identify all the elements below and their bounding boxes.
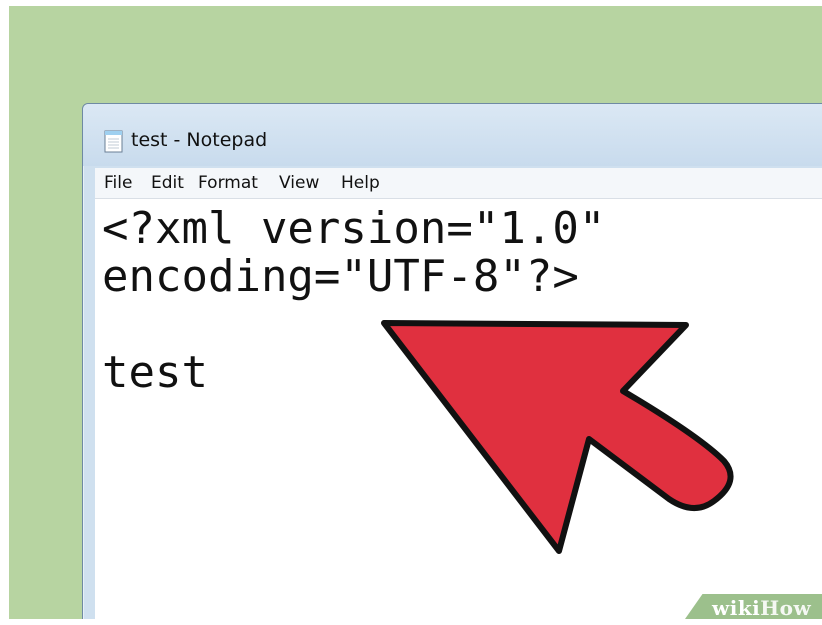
editor-line-2: encoding="UTF-8"?> [102,251,579,302]
editor-line-4: test [102,347,208,398]
wikihow-watermark: wikiHow [712,596,811,619]
menu-file[interactable]: File [104,173,132,193]
menu-view[interactable]: View [279,173,319,193]
editor-line-1: <?xml version="1.0" [102,203,606,254]
watermark-wiki: wiki [712,596,761,619]
watermark-how: How [760,596,812,619]
window-title: test - Notepad [131,129,268,151]
title-bar[interactable]: test - Notepad [83,104,822,166]
menu-edit[interactable]: Edit [151,173,184,193]
menu-bar: File Edit Format View Help [95,168,822,199]
notepad-document-icon [104,130,123,153]
menu-help[interactable]: Help [341,173,380,193]
menu-format[interactable]: Format [198,173,258,193]
screenshot-canvas: test - Notepad File Edit Format View Hel… [9,6,822,619]
red-pointer-arrow-icon [381,320,734,554]
